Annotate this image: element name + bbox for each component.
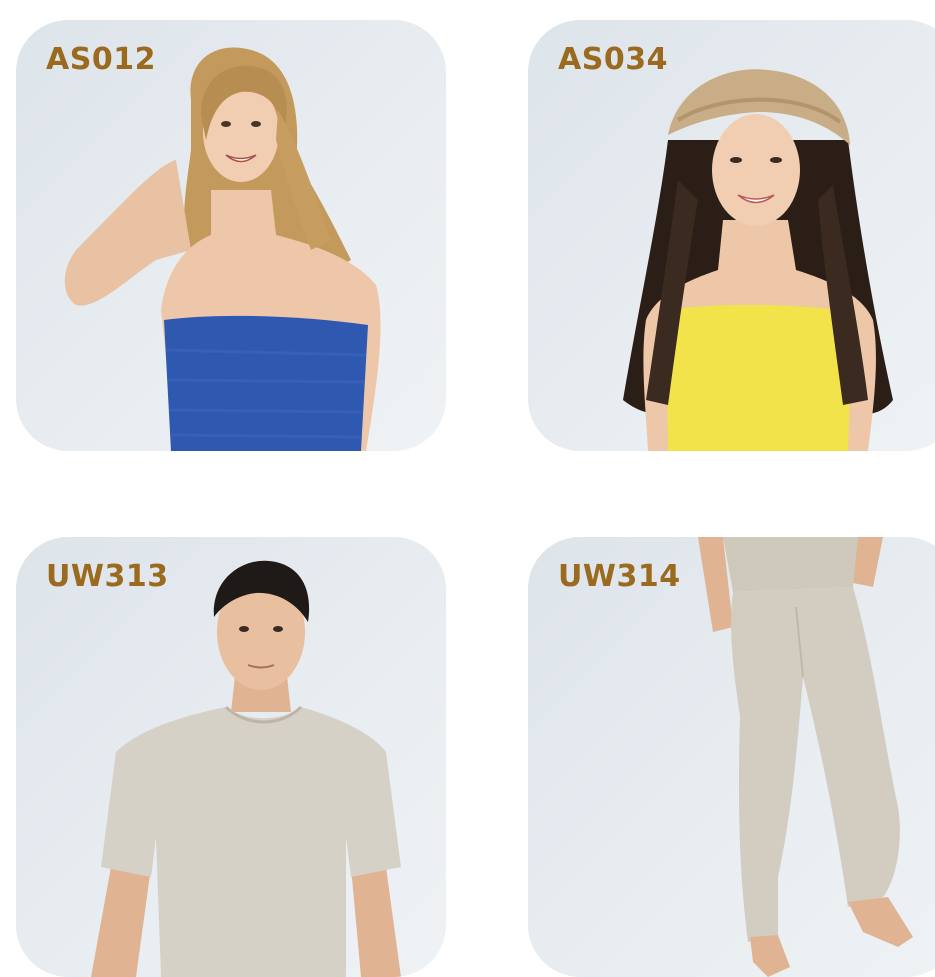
product-card-as034[interactable]: AS034: [528, 20, 935, 451]
product-photo: [698, 537, 913, 977]
product-card-uw314[interactable]: UW314: [528, 537, 935, 977]
product-code: AS012: [46, 42, 156, 77]
product-photo: [623, 69, 893, 451]
product-grid: AS012 AS034 UW313 UW314: [0, 0, 935, 977]
product-photo: [91, 560, 401, 977]
product-photo: [64, 47, 381, 451]
product-code: AS034: [558, 42, 668, 77]
product-card-as012[interactable]: AS012: [16, 20, 446, 451]
product-code: UW314: [558, 559, 681, 594]
product-card-uw313[interactable]: UW313: [16, 537, 446, 977]
product-code: UW313: [46, 559, 169, 594]
